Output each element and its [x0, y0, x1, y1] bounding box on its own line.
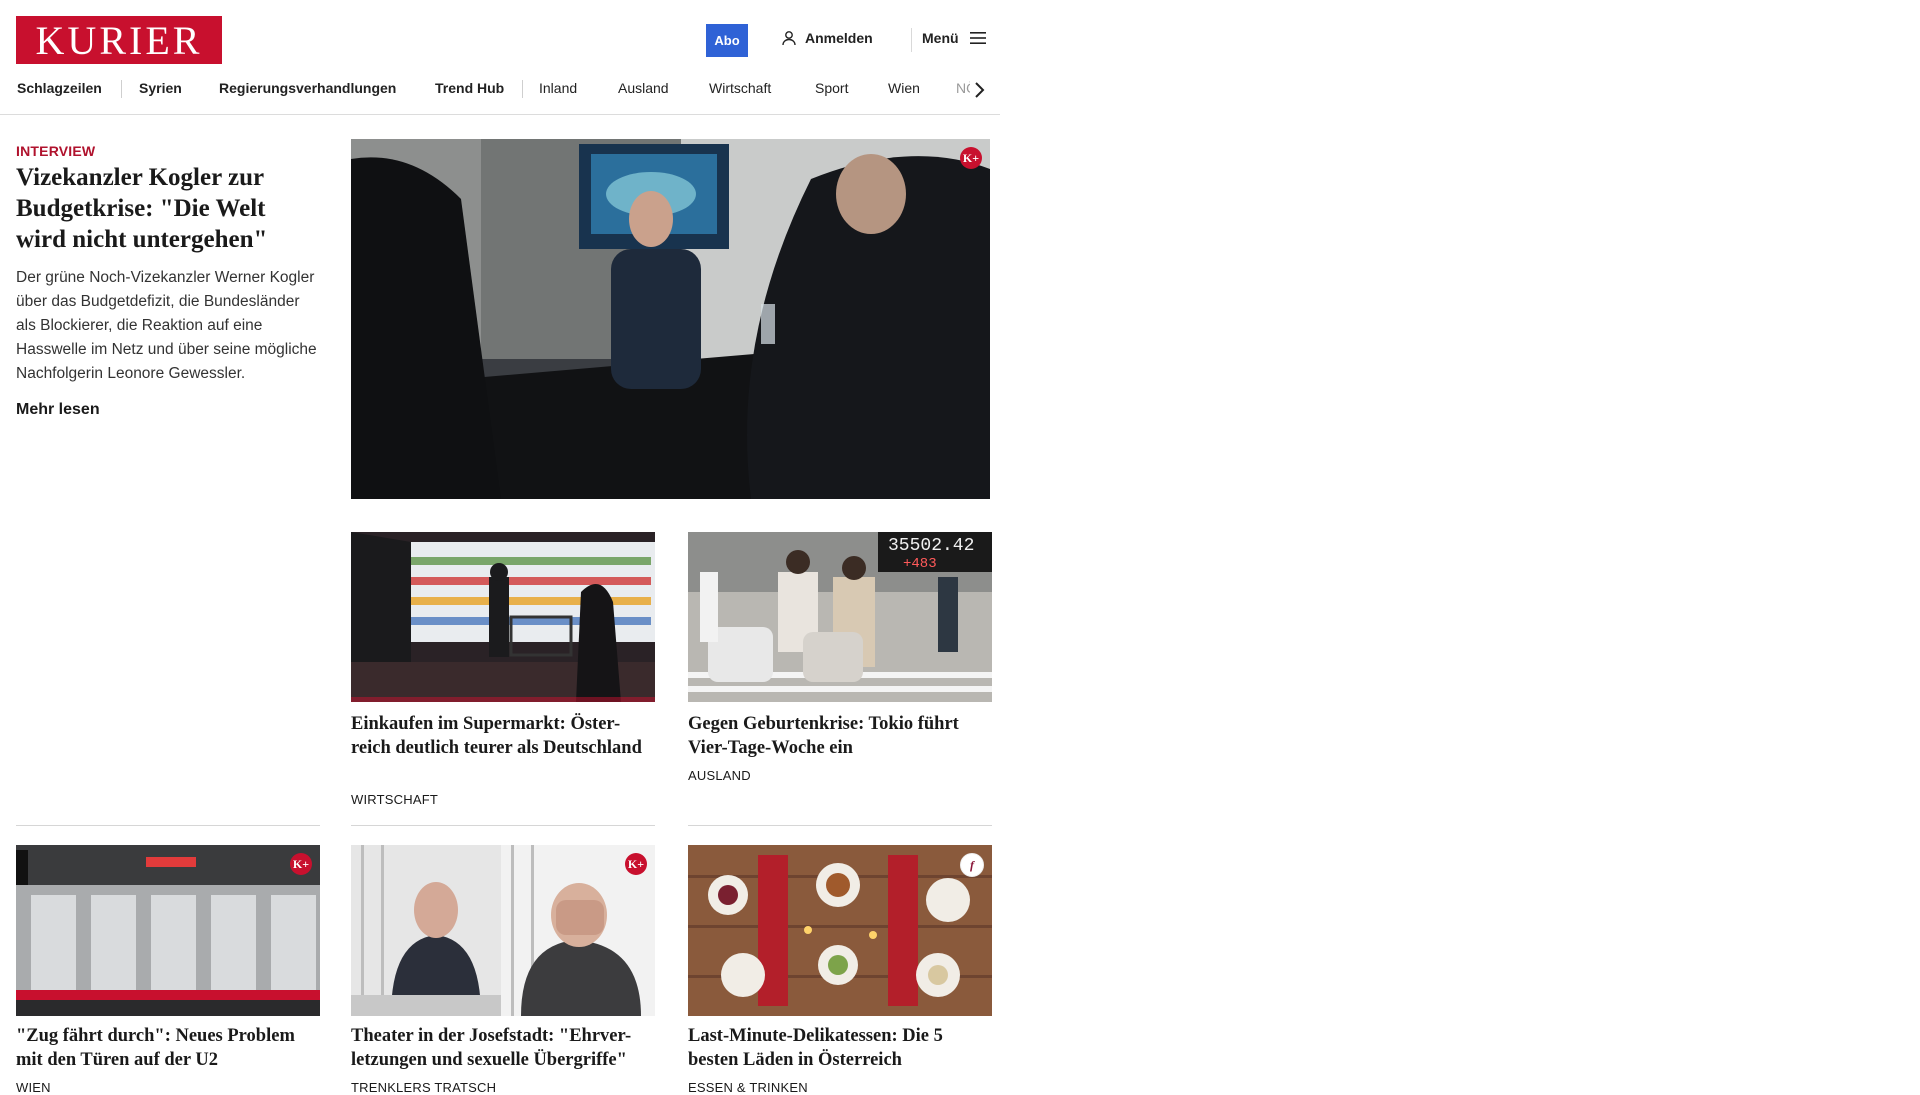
- card-title-josefstadt[interactable]: Theater in der Josefstadt: "Ehrver-letzu…: [351, 1024, 655, 1072]
- card-image-tokio[interactable]: 35502.42 +483: [688, 532, 992, 702]
- festive-table-photo: [688, 845, 992, 1016]
- card-category-wien[interactable]: WIEN: [16, 1080, 51, 1095]
- nav-divider: [121, 80, 122, 98]
- hero-title[interactable]: Vizekanzler Kogler zur Budgetkrise: "Die…: [16, 162, 316, 255]
- card-category-wirtschaft[interactable]: WIRTSCHAFT: [351, 792, 438, 807]
- stock-ticker-value: 35502.42: [888, 536, 974, 556]
- nav-item-syrien[interactable]: Syrien: [139, 80, 182, 96]
- genuss-badge: f: [960, 853, 984, 877]
- stock-ticker-change: +483: [903, 556, 937, 572]
- card-category-trenklers-tratsch[interactable]: TRENKLERS TRATSCH: [351, 1080, 496, 1095]
- card-category-essen-trinken[interactable]: ESSEN & TRINKEN: [688, 1080, 808, 1095]
- tokio-street-photo: 35502.42 +483: [688, 532, 992, 702]
- menu-label: Menü: [922, 30, 959, 46]
- read-more-link[interactable]: Mehr lesen: [16, 401, 100, 419]
- card-divider: [688, 825, 992, 826]
- nav-item-ausland[interactable]: Ausland: [618, 80, 669, 96]
- card-title-supermarket[interactable]: Einkaufen im Supermarkt: Öster-reich deu…: [351, 712, 655, 760]
- card-title-u2[interactable]: "Zug fährt durch": Neues Problem mit den…: [16, 1024, 320, 1072]
- header-divider: [911, 28, 912, 52]
- card-image-delikatessen[interactable]: f: [688, 845, 992, 1016]
- abo-button[interactable]: Abo: [706, 24, 748, 57]
- kplus-badge: K+: [290, 853, 312, 875]
- chevron-right-icon: [975, 82, 985, 98]
- login-button[interactable]: Anmelden: [781, 30, 873, 46]
- kplus-badge: K+: [960, 147, 982, 169]
- site-header: KURIER Abo Anmelden Menü: [0, 0, 1000, 80]
- hero-kicker: INTERVIEW: [16, 143, 96, 159]
- supermarket-photo: [351, 532, 655, 702]
- nav-item-trend-hub[interactable]: Trend Hub: [435, 80, 504, 96]
- kplus-badge: K+: [625, 853, 647, 875]
- card-title-delikatessen[interactable]: Last-Minute-Delikatessen: Die 5 besten L…: [688, 1024, 992, 1072]
- card-image-supermarket[interactable]: [351, 532, 655, 702]
- nav-item-regierungsverhandlungen[interactable]: Regierungsverhandlungen: [219, 80, 396, 96]
- nav-item-inland[interactable]: Inland: [539, 80, 577, 96]
- card-divider: [351, 825, 655, 826]
- card-divider: [16, 825, 320, 826]
- interview-photo: [351, 139, 990, 499]
- nav-item-wien[interactable]: Wien: [888, 80, 920, 96]
- kurier-logo[interactable]: KURIER: [16, 16, 222, 64]
- main-navigation: Schlagzeilen Syrien Regierungsverhandlun…: [0, 79, 1000, 115]
- card-image-josefstadt[interactable]: K+: [351, 845, 655, 1016]
- nav-item-sport[interactable]: Sport: [815, 80, 848, 96]
- card-category-ausland[interactable]: AUSLAND: [688, 768, 751, 783]
- card-image-u2[interactable]: K+: [16, 845, 320, 1016]
- nav-item-schlagzeilen[interactable]: Schlagzeilen: [17, 80, 102, 96]
- hero-image[interactable]: K+: [351, 139, 990, 499]
- menu-button[interactable]: Menü: [922, 30, 987, 46]
- nav-scroll-right[interactable]: [970, 79, 988, 101]
- hero-teaser: Der grüne Noch-Vizekanzler Werner Kogler…: [16, 269, 317, 382]
- josefstadt-photo: [351, 845, 655, 1016]
- nav-item-wirtschaft[interactable]: Wirtschaft: [709, 80, 771, 96]
- login-label: Anmelden: [805, 30, 873, 46]
- hamburger-icon: [969, 32, 986, 44]
- u2-station-photo: [16, 845, 320, 1016]
- card-title-tokio[interactable]: Gegen Geburtenkrise: Tokio führt Vier-Ta…: [688, 712, 992, 760]
- user-icon: [782, 31, 796, 46]
- nav-divider: [522, 80, 523, 98]
